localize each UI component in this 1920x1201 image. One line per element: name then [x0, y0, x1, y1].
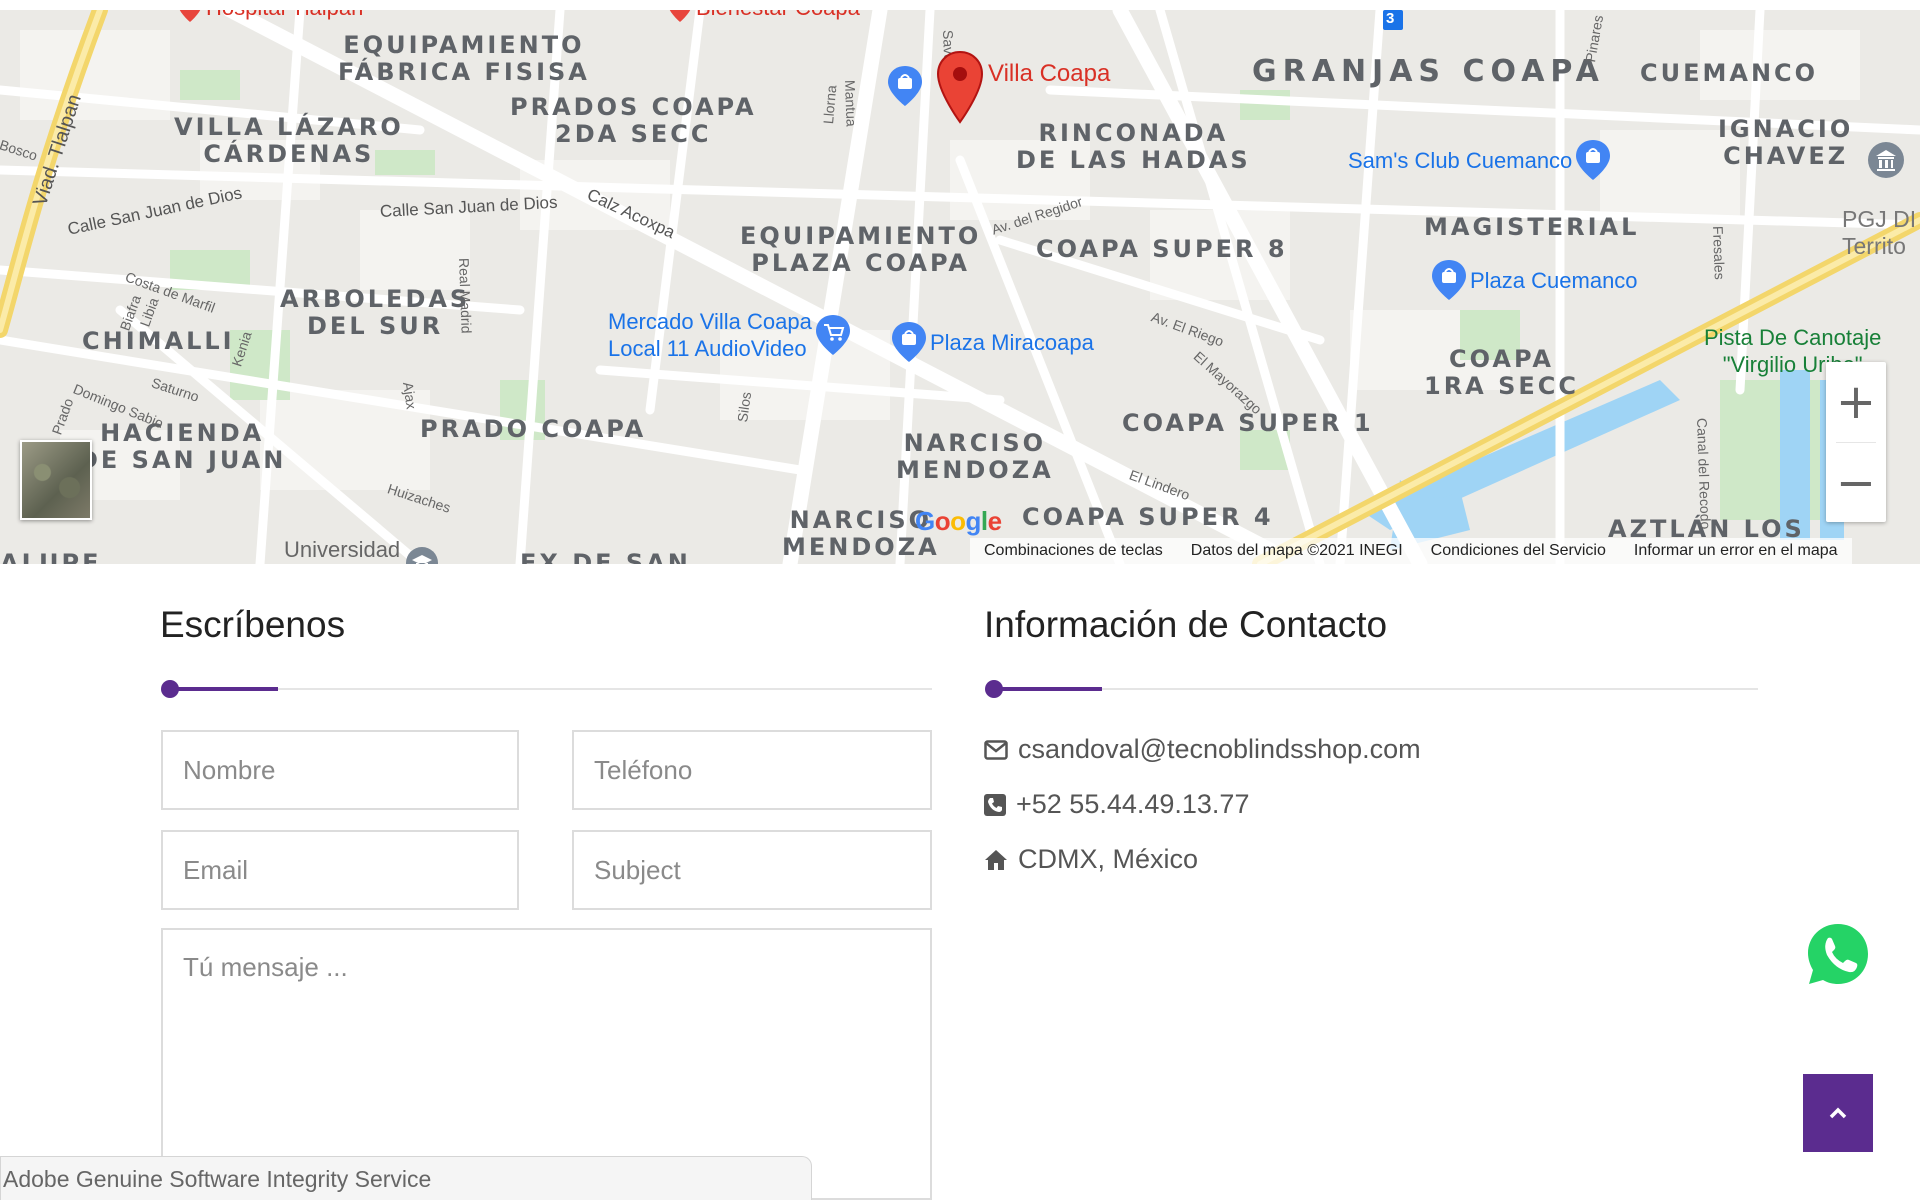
- poi-label: Sam's Club Cuemanco: [1348, 147, 1573, 173]
- shopping-bag-pin-icon: [1432, 260, 1466, 300]
- map-area-label: COAPA SUPER 4: [1022, 503, 1274, 531]
- zoom-in-button[interactable]: +: [1826, 362, 1886, 442]
- poi-label: Plaza Cuemanco: [1470, 267, 1638, 293]
- map-area-label: ALUPE: [0, 549, 102, 565]
- map-street-label: Fresales: [1710, 225, 1728, 280]
- form-title: Escríbenos: [160, 604, 346, 645]
- map-area-label: COAPA 1RA SECC: [1424, 345, 1580, 400]
- poi-pgj[interactable]: [1866, 140, 1906, 180]
- form-title-divider: [161, 680, 932, 698]
- poi-label: Bienestar Coapa: [696, 10, 860, 21]
- email-input[interactable]: [161, 830, 519, 910]
- adobe-notification-bar[interactable]: Adobe Genuine Software Integrity Service: [0, 1156, 812, 1200]
- contact-email[interactable]: csandoval@tecnoblindsshop.com: [1018, 734, 1421, 765]
- poi-label: Hospital Tlalpan: [206, 10, 363, 21]
- contact-phone[interactable]: +52 55.44.49.13.77: [1016, 789, 1249, 820]
- shopping-bag-pin-icon: [892, 322, 926, 362]
- map-zoom-controls: + −: [1826, 362, 1886, 522]
- whatsapp-icon: [1808, 924, 1868, 984]
- report-map-error-link[interactable]: Informar un error en el mapa: [1620, 542, 1852, 560]
- map-marker-icon: [936, 50, 984, 124]
- shopping-bag-pin-icon: [888, 66, 922, 106]
- map-street-label: Real Madrid: [456, 257, 475, 334]
- map-area-label: PRADOS COAPA 2DA SECC: [510, 93, 757, 148]
- map-street-label: Llorna: [820, 84, 840, 125]
- map-attribution-bar: Combinaciones de teclas Datos del mapa ©…: [970, 538, 1852, 564]
- contact-email-row: csandoval@tecnoblindsshop.com: [984, 734, 1421, 765]
- poi-plaza-cuemanco[interactable]: Plaza Cuemanco: [1432, 260, 1638, 300]
- chevron-up-icon: [1829, 1107, 1847, 1119]
- map-area-label: IGNACIO CHAVEZ: [1718, 115, 1854, 170]
- map-street-label: Mantua: [842, 79, 860, 127]
- phone-icon: [984, 793, 1006, 816]
- map-area-label: GRANJAS COAPA: [1252, 54, 1605, 89]
- google-logo: Google: [915, 506, 1002, 536]
- map-pin-icon: [669, 10, 691, 22]
- terms-of-service-link[interactable]: Condiciones del Servicio: [1417, 542, 1620, 560]
- phone-input[interactable]: [572, 730, 932, 810]
- shopping-bag-pin-icon: [1576, 140, 1611, 180]
- poi-hospital[interactable]: Hospital Tlalpan: [178, 10, 363, 22]
- poi-label: PGJ DI Territo: [1842, 206, 1917, 259]
- map-area-label: EQUIPAMIENTO PLAZA COAPA: [740, 222, 982, 277]
- map-area-label: PRADO COAPA: [420, 415, 647, 443]
- contact-phone-row: +52 55.44.49.13.77: [984, 789, 1249, 820]
- government-building-icon: [1868, 142, 1904, 178]
- map-area-label: EQUIPAMIENTO FÁBRICA FISISA: [338, 31, 590, 86]
- poi-plaza-miracoapa[interactable]: Plaza Miracoapa: [892, 322, 1094, 362]
- contact-title-divider: [985, 680, 1758, 698]
- poi-sams-club[interactable]: Sam's Club Cuemanco: [1348, 140, 1611, 180]
- shopping-cart-pin-icon: [815, 315, 850, 355]
- map-area-label: EX DE SAN: [520, 549, 691, 565]
- back-to-top-button[interactable]: [1803, 1074, 1873, 1152]
- envelope-icon: [984, 739, 1008, 760]
- map-area-label: CHIMALLI: [82, 327, 235, 355]
- poi-bag-generic[interactable]: [888, 66, 922, 106]
- map-pin-icon: [179, 10, 201, 22]
- divider-accent: [986, 687, 1102, 691]
- map-embed[interactable]: EQUIPAMIENTO FÁBRICA FISISA VILLA LÁZARO…: [0, 10, 1920, 564]
- subject-input[interactable]: [572, 830, 932, 910]
- satellite-view-toggle[interactable]: [20, 440, 92, 520]
- name-input[interactable]: [161, 730, 519, 810]
- home-icon: [985, 849, 1007, 870]
- zoom-out-button[interactable]: −: [1826, 443, 1886, 523]
- map-area-label: VILLA LÁZARO CÁRDENAS: [174, 113, 404, 168]
- map-area-label: CUEMANCO: [1640, 59, 1819, 87]
- poi-universidad[interactable]: Universidad Autónoma: [284, 536, 440, 564]
- poi-villa-coapa[interactable]: Villa Coapa: [936, 50, 1110, 124]
- keyboard-shortcuts-link[interactable]: Combinaciones de teclas: [970, 542, 1177, 560]
- map-area-label: ARBOLEDAS DEL SUR: [280, 285, 471, 340]
- poi-label: Universidad Autónoma: [284, 537, 401, 562]
- map-area-label: COAPA SUPER 8: [1036, 235, 1288, 263]
- school-pin-icon: [406, 547, 439, 564]
- divider-accent: [162, 687, 278, 691]
- poi-label: Mercado Villa Coapa Local 11 AudioVideo: [608, 309, 812, 361]
- contact-title: Información de Contacto: [984, 604, 1388, 645]
- whatsapp-button[interactable]: [1804, 920, 1872, 988]
- poi-label: Plaza Miracoapa: [930, 329, 1094, 355]
- poi-mercado-villa-coapa[interactable]: Mercado Villa Coapa Local 11 AudioVideo: [608, 308, 850, 362]
- contact-address: CDMX, México: [1018, 844, 1199, 874]
- map-area-label: NARCISO MENDOZA: [896, 429, 1054, 484]
- poi-bienestar[interactable]: Bienestar Coapa: [668, 10, 860, 22]
- poi-pgj-label: PGJ DI Territo: [1842, 206, 1916, 260]
- poi-label: Villa Coapa: [988, 59, 1111, 87]
- divider-dot: [985, 680, 1003, 698]
- contact-address-row: CDMX, México: [984, 844, 1198, 875]
- map-area-label: MAGISTERIAL: [1424, 213, 1640, 241]
- divider-dot: [161, 680, 179, 698]
- metro-line-badge: 3: [1386, 10, 1395, 27]
- map-area-label: RINCONADA DE LAS HADAS: [1016, 119, 1251, 174]
- map-area-label: COAPA SUPER 1: [1122, 409, 1374, 437]
- map-data-credit: Datos del mapa ©2021 INEGI: [1190, 542, 1403, 559]
- map-area-label: HACIENDA DE SAN JUAN: [78, 419, 287, 474]
